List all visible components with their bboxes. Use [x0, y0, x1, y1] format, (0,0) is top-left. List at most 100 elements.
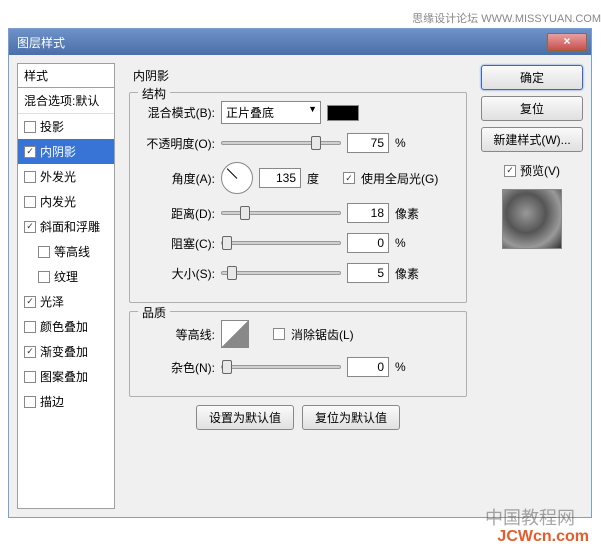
- style-checkbox[interactable]: [24, 196, 36, 208]
- choke-row: 阻塞(C): %: [140, 232, 456, 254]
- style-label: 纹理: [54, 268, 78, 285]
- contour-label: 等高线:: [140, 326, 215, 343]
- style-checkbox[interactable]: [24, 171, 36, 183]
- distance-input[interactable]: [347, 203, 389, 223]
- style-checkbox[interactable]: [24, 296, 36, 308]
- blend-mode-dropdown[interactable]: 正片叠底: [221, 101, 321, 124]
- global-light-label: 使用全局光(G): [361, 170, 438, 187]
- choke-input[interactable]: [347, 233, 389, 253]
- blend-options-item[interactable]: 混合选项:默认: [18, 88, 114, 114]
- default-buttons-row: 设置为默认值 复位为默认值: [129, 405, 467, 430]
- style-checkbox[interactable]: [24, 396, 36, 408]
- contour-picker[interactable]: [221, 320, 249, 348]
- opacity-label: 不透明度(O):: [140, 135, 215, 152]
- angle-dial[interactable]: [221, 162, 253, 194]
- watermark-cn: 中国教程网: [485, 504, 575, 530]
- style-item-0[interactable]: 投影: [18, 114, 114, 139]
- layer-style-dialog: 图层样式 × 样式 混合选项:默认 投影内阴影外发光内发光斜面和浮雕等高线纹理光…: [8, 28, 592, 518]
- noise-slider[interactable]: [221, 365, 341, 369]
- opacity-input[interactable]: [347, 133, 389, 153]
- style-label: 图案叠加: [40, 368, 88, 385]
- preview-checkbox[interactable]: [504, 165, 516, 177]
- size-unit: 像素: [395, 265, 425, 282]
- style-label: 投影: [40, 118, 64, 135]
- opacity-slider[interactable]: [221, 141, 341, 145]
- style-item-2[interactable]: 外发光: [18, 164, 114, 189]
- style-label: 光泽: [40, 293, 64, 310]
- style-item-8[interactable]: 颜色叠加: [18, 314, 114, 339]
- choke-slider[interactable]: [221, 241, 341, 245]
- distance-label: 距离(D):: [140, 205, 215, 222]
- angle-input[interactable]: [259, 168, 301, 188]
- contour-row: 等高线: 消除锯齿(L): [140, 320, 456, 348]
- main-panel: 内阴影 结构 混合模式(B): 正片叠底 不透明度(O): % 角度(A):: [121, 63, 475, 509]
- style-item-4[interactable]: 斜面和浮雕: [18, 214, 114, 239]
- style-checkbox[interactable]: [38, 246, 50, 258]
- style-item-11[interactable]: 描边: [18, 389, 114, 414]
- header-text: 思缘设计论坛 WWW.MISSYUAN.COM: [412, 10, 601, 26]
- set-default-button[interactable]: 设置为默认值: [196, 405, 294, 430]
- style-checkbox[interactable]: [24, 371, 36, 383]
- structure-legend: 结构: [138, 85, 170, 102]
- titlebar: 图层样式 ×: [9, 29, 591, 55]
- style-label: 内阴影: [40, 143, 76, 160]
- blend-mode-row: 混合模式(B): 正片叠底: [140, 101, 456, 124]
- style-label: 外发光: [40, 168, 76, 185]
- style-label: 颜色叠加: [40, 318, 88, 335]
- style-item-9[interactable]: 渐变叠加: [18, 339, 114, 364]
- style-item-7[interactable]: 光泽: [18, 289, 114, 314]
- style-checkbox[interactable]: [38, 271, 50, 283]
- panel-title: 内阴影: [129, 67, 467, 84]
- noise-label: 杂色(N):: [140, 359, 215, 376]
- cancel-button[interactable]: 复位: [481, 96, 583, 121]
- style-item-3[interactable]: 内发光: [18, 189, 114, 214]
- antialias-checkbox[interactable]: [273, 328, 285, 340]
- shadow-color-swatch[interactable]: [327, 105, 359, 121]
- dialog-title: 图层样式: [17, 34, 65, 51]
- style-label: 等高线: [54, 243, 90, 260]
- angle-unit: 度: [307, 170, 337, 187]
- global-light-checkbox[interactable]: [343, 172, 355, 184]
- styles-header[interactable]: 样式: [18, 64, 114, 88]
- ok-button[interactable]: 确定: [481, 65, 583, 90]
- choke-label: 阻塞(C):: [140, 235, 215, 252]
- style-label: 斜面和浮雕: [40, 218, 100, 235]
- styles-panel: 样式 混合选项:默认 投影内阴影外发光内发光斜面和浮雕等高线纹理光泽颜色叠加渐变…: [17, 63, 115, 509]
- quality-legend: 品质: [138, 304, 170, 321]
- angle-label: 角度(A):: [140, 170, 215, 187]
- style-checkbox[interactable]: [24, 121, 36, 133]
- watermark-url: JCWcn.com: [497, 528, 589, 546]
- style-checkbox[interactable]: [24, 221, 36, 233]
- style-checkbox[interactable]: [24, 346, 36, 358]
- distance-unit: 像素: [395, 205, 425, 222]
- style-item-1[interactable]: 内阴影: [18, 139, 114, 164]
- noise-input[interactable]: [347, 357, 389, 377]
- style-item-5[interactable]: 等高线: [18, 239, 114, 264]
- size-row: 大小(S): 像素: [140, 262, 456, 284]
- reset-default-button[interactable]: 复位为默认值: [302, 405, 400, 430]
- structure-fieldset: 结构 混合模式(B): 正片叠底 不透明度(O): % 角度(A): 度: [129, 92, 467, 303]
- size-slider[interactable]: [221, 271, 341, 275]
- style-item-6[interactable]: 纹理: [18, 264, 114, 289]
- new-style-button[interactable]: 新建样式(W)...: [481, 127, 583, 152]
- right-panel: 确定 复位 新建样式(W)... 预览(V): [481, 63, 583, 509]
- preview-row: 预览(V): [481, 162, 583, 179]
- style-checkbox[interactable]: [24, 321, 36, 333]
- antialias-label: 消除锯齿(L): [291, 326, 354, 343]
- size-input[interactable]: [347, 263, 389, 283]
- dialog-content: 样式 混合选项:默认 投影内阴影外发光内发光斜面和浮雕等高线纹理光泽颜色叠加渐变…: [9, 55, 591, 517]
- choke-unit: %: [395, 236, 425, 250]
- style-item-10[interactable]: 图案叠加: [18, 364, 114, 389]
- style-label: 内发光: [40, 193, 76, 210]
- style-label: 描边: [40, 393, 64, 410]
- distance-slider[interactable]: [221, 211, 341, 215]
- angle-row: 角度(A): 度 使用全局光(G): [140, 162, 456, 194]
- distance-row: 距离(D): 像素: [140, 202, 456, 224]
- preview-label: 预览(V): [520, 162, 560, 179]
- noise-row: 杂色(N): %: [140, 356, 456, 378]
- opacity-row: 不透明度(O): %: [140, 132, 456, 154]
- close-button[interactable]: ×: [547, 33, 587, 51]
- preview-swatch: [502, 189, 562, 249]
- blend-mode-label: 混合模式(B):: [140, 104, 215, 121]
- style-checkbox[interactable]: [24, 146, 36, 158]
